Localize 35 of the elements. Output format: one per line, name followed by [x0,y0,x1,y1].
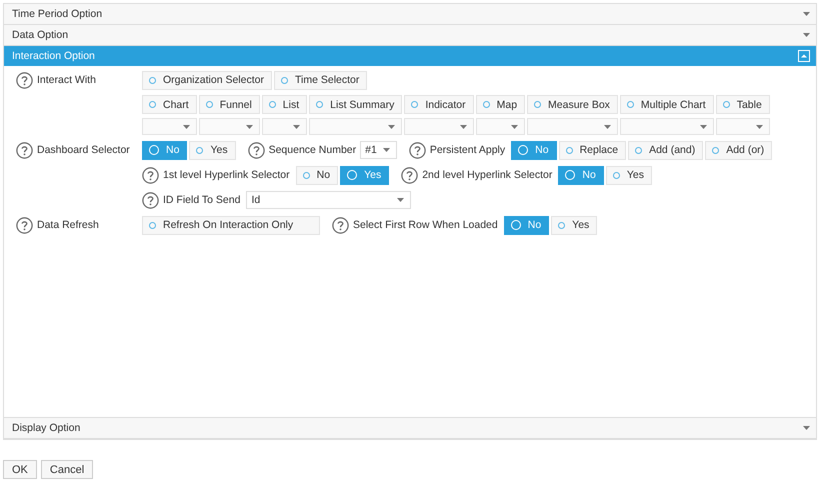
panel-header[interactable]: Data Option [4,25,816,46]
radio-option[interactable]: Replace [558,140,626,160]
radio-option[interactable]: Yes [606,166,652,184]
radio-option[interactable]: Measure Box [527,95,618,114]
field-label: Persistent Apply [430,144,506,156]
panel-header[interactable]: Display Option [4,418,816,439]
id-field-select[interactable]: Id [246,191,412,209]
radio-option[interactable]: Time Selector [274,70,368,90]
panel-header[interactable]: Time Period Option [4,4,816,25]
field-label: ID Field To Send [163,194,240,206]
dialog-button[interactable]: Cancel [40,460,94,479]
radio-option[interactable]: Yes [189,140,236,160]
radio-option[interactable]: Map [476,95,526,114]
radio-option[interactable]: Funnel [198,95,260,114]
radio-option[interactable]: Refresh On Interaction Only [142,216,320,234]
radio-option[interactable]: List [262,95,308,114]
field-label: Data Refresh [37,219,99,231]
radio-option[interactable]: Indicator [404,95,474,114]
field-label: Dashboard Selector [37,144,130,156]
field-label: Interact With [37,74,96,86]
radio-option[interactable]: Table [716,95,770,114]
radio-option[interactable]: Organization Selector [142,70,272,90]
radio-option[interactable]: Yes [551,216,598,234]
field-label: Sequence Number [268,144,356,156]
radio-option[interactable]: List Summary [309,95,402,114]
field-label: Select First Row When Loaded [353,219,498,231]
radio-option[interactable]: Multiple Chart [620,95,714,114]
radio-option[interactable]: Add (or) [705,140,772,160]
radio-option[interactable]: Add (and) [628,140,704,160]
dialog-button[interactable]: OK [3,460,37,479]
radio-option[interactable]: No [296,166,338,184]
radio-option[interactable]: Chart [142,95,197,114]
field-label: 2nd level Hyperlink Selector [422,169,552,181]
sequence-select[interactable]: #1 [360,141,397,159]
field-label: 1st level Hyperlink Selector [163,169,290,181]
